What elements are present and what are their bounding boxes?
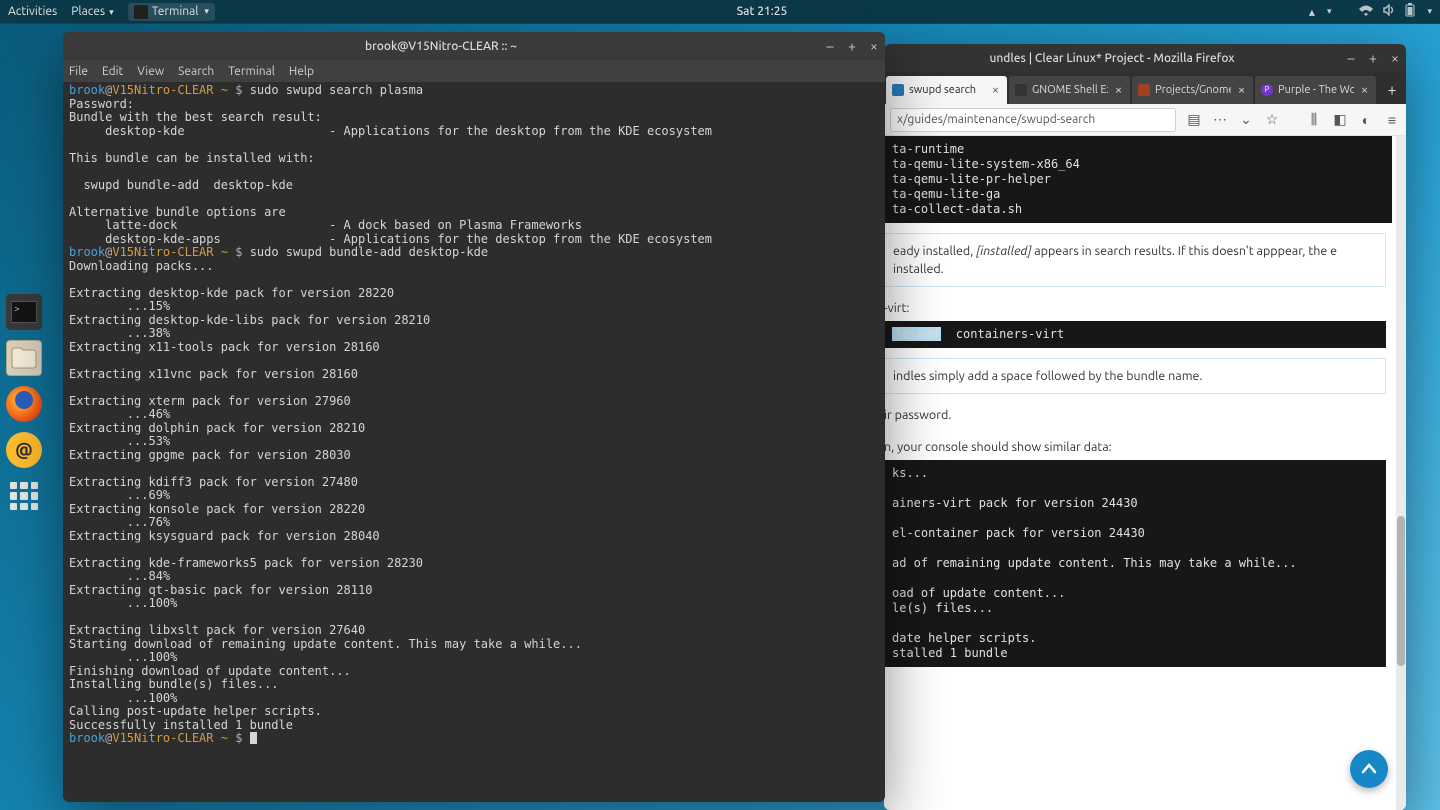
notifications-icon[interactable]: ▴: [1309, 5, 1315, 19]
dock-files[interactable]: [6, 340, 42, 376]
favicon-icon: [892, 84, 904, 96]
app-menu-terminal[interactable]: Terminal ▾: [128, 3, 215, 21]
firefox-icon: [15, 391, 33, 409]
tab-purple[interactable]: P Purple - The Worl ×: [1255, 76, 1376, 104]
menu-view[interactable]: View: [137, 65, 164, 78]
close-button[interactable]: ×: [863, 38, 885, 54]
battery-icon[interactable]: [1405, 3, 1415, 20]
places-menu[interactable]: Places ▾: [71, 5, 113, 18]
system-dropdown[interactable]: ▾: [1427, 6, 1432, 17]
text-line: ir password.: [884, 408, 1392, 422]
terminal-titlebar[interactable]: brook@V15Nitro-CLEAR :: ~ – + ×: [63, 32, 885, 60]
menu-edit[interactable]: Edit: [102, 65, 123, 78]
terminal-title: brook@V15Nitro-CLEAR :: ~: [63, 40, 819, 53]
folder-icon: [11, 347, 37, 369]
sidebar-icon[interactable]: ◧: [1332, 112, 1348, 128]
tab-close-icon[interactable]: ×: [1236, 76, 1247, 104]
text-line: n, your console should show similar data…: [884, 440, 1392, 454]
favicon-icon: [1138, 84, 1150, 96]
menu-help[interactable]: Help: [289, 65, 314, 78]
minimize-button[interactable]: –: [1340, 50, 1362, 66]
favicon-icon: [1015, 84, 1027, 96]
firefox-page[interactable]: ta-runtime ta-qemu-lite-system-x86_64 ta…: [884, 136, 1406, 810]
dock-terminal[interactable]: [6, 294, 42, 330]
maximize-button[interactable]: +: [1362, 50, 1384, 66]
dock-email[interactable]: [6, 432, 42, 468]
scroll-top-button[interactable]: [1350, 750, 1388, 788]
address-bar[interactable]: x/guides/maintenance/swupd-search: [890, 108, 1176, 132]
library-icon[interactable]: ⫼: [1306, 112, 1322, 128]
note-box: indles simply add a space followed by th…: [884, 358, 1386, 394]
tab-close-icon[interactable]: ×: [990, 76, 1001, 104]
dock-firefox[interactable]: [6, 386, 42, 422]
code-block: le-add containers-virt: [884, 321, 1386, 348]
new-tab-button[interactable]: +: [1378, 76, 1406, 104]
dock: [6, 294, 42, 514]
grid-icon: [10, 482, 38, 510]
note-box: eady installed, [installed] appears in s…: [884, 233, 1386, 287]
terminal-icon: [11, 301, 37, 323]
close-button[interactable]: ×: [1384, 50, 1406, 66]
pocket-icon[interactable]: ⌄: [1238, 112, 1254, 128]
maximize-button[interactable]: +: [841, 38, 863, 54]
menu-terminal[interactable]: Terminal: [228, 65, 275, 78]
reader-icon[interactable]: ▤: [1186, 112, 1202, 128]
url-toolbar: x/guides/maintenance/swupd-search ▤ ⋯ ⌄ …: [884, 104, 1406, 136]
more-icon[interactable]: ⋯: [1212, 112, 1228, 128]
firefox-titlebar[interactable]: undles | Clear Linux* Project - Mozilla …: [884, 44, 1406, 72]
menu-search[interactable]: Search: [178, 65, 214, 78]
tab-label: Purple - The Worl: [1278, 84, 1354, 96]
tab-swupd-search[interactable]: swupd search ×: [886, 76, 1007, 104]
tab-label: GNOME Shell Exten: [1032, 84, 1108, 96]
minimize-button[interactable]: –: [819, 38, 841, 54]
bookmark-icon[interactable]: ☆: [1264, 112, 1280, 128]
firefox-window: undles | Clear Linux* Project - Mozilla …: [884, 44, 1406, 810]
menu-file[interactable]: File: [69, 65, 88, 78]
tab-gnome-shell[interactable]: GNOME Shell Exten ×: [1009, 76, 1130, 104]
chevron-up-icon: [1360, 760, 1378, 778]
activities-button[interactable]: Activities: [8, 5, 57, 18]
code-block: ta-runtime ta-qemu-lite-system-x86_64 ta…: [884, 136, 1392, 223]
terminal-menubar: File Edit View Search Terminal Help: [63, 60, 885, 82]
hamburger-icon[interactable]: ≡: [1384, 112, 1400, 128]
tab-label: swupd search: [909, 84, 985, 96]
code-block: ks... ainers-virt pack for version 24430…: [884, 460, 1386, 667]
firefox-title: undles | Clear Linux* Project - Mozilla …: [884, 52, 1340, 65]
network-icon[interactable]: [1359, 5, 1373, 19]
dock-apps-grid[interactable]: [6, 478, 42, 514]
tab-label: Projects/GnomeSh: [1155, 84, 1231, 96]
topbar: Activities Places ▾ Terminal ▾ Sat 21:25…: [0, 0, 1440, 24]
tab-close-icon[interactable]: ×: [1359, 76, 1370, 104]
extension-icon[interactable]: ◐: [1358, 112, 1374, 128]
tab-projects[interactable]: Projects/GnomeSh ×: [1132, 76, 1253, 104]
favicon-icon: P: [1261, 84, 1273, 96]
tab-close-icon[interactable]: ×: [1113, 76, 1124, 104]
clock[interactable]: Sat 21:25: [215, 5, 1309, 18]
tab-strip: swupd search × GNOME Shell Exten × Proje…: [884, 72, 1406, 104]
volume-icon[interactable]: [1383, 4, 1395, 19]
text-line: -virt:: [884, 301, 1392, 315]
terminal-output[interactable]: brook@V15Nitro-CLEAR ~ $ sudo swupd sear…: [63, 82, 885, 802]
notifications-dropdown[interactable]: ▾: [1327, 6, 1332, 17]
scrollbar[interactable]: [1396, 136, 1406, 810]
terminal-icon: [134, 5, 148, 19]
terminal-window: brook@V15Nitro-CLEAR :: ~ – + × File Edi…: [63, 32, 885, 802]
